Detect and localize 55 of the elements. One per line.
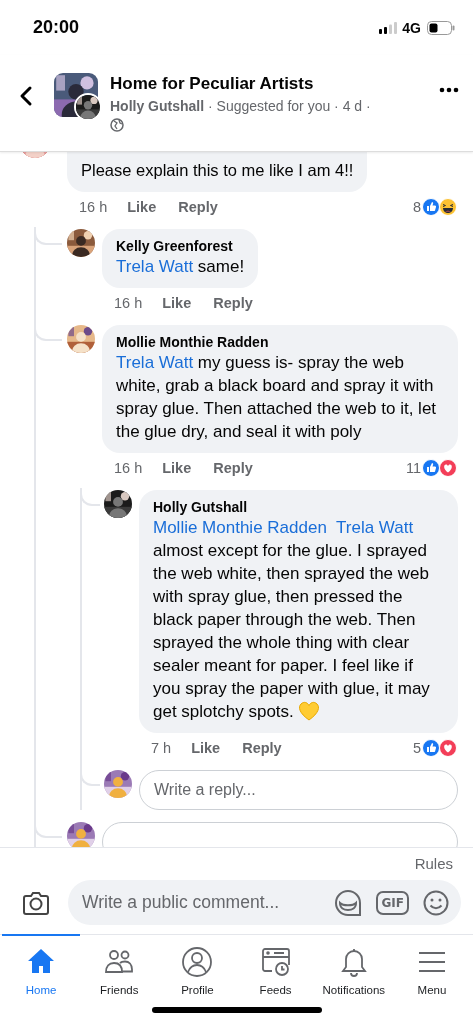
mention-link[interactable]: Mollie Monthie Radden [153, 518, 327, 537]
tab[interactable]: Feeds [236, 933, 315, 996]
like-reaction-icon [421, 738, 441, 758]
like-reaction-icon [421, 458, 441, 478]
sticker-icon[interactable] [334, 888, 363, 917]
reaction-count[interactable]: 8 [412, 199, 421, 215]
love-reaction-icon [438, 738, 458, 758]
reply-button[interactable]: Reply [213, 460, 253, 476]
tab[interactable]: Notifications [314, 933, 393, 996]
battery-icon [427, 20, 455, 35]
globe-icon [110, 118, 124, 132]
group-name[interactable]: Home for Peculiar Artists [110, 74, 439, 94]
profile-icon [181, 946, 214, 978]
love-reaction-icon [438, 458, 458, 478]
comment-field[interactable]: Write a public comment... GIF [68, 880, 461, 925]
haha-reaction-icon [438, 197, 458, 217]
comment-text: Trela Watt my guess is- spray the web white, grab a black board and spray it with spray glue. Then attached the web to it, let the glue dry, and seal it with poly [116, 352, 438, 443]
comment-text: Please explain this to me like I am 4!! [81, 160, 354, 181]
camera-icon[interactable] [22, 889, 50, 916]
reply-button[interactable]: Reply [213, 295, 253, 311]
comment-author[interactable]: Holly Gutshall [153, 499, 444, 515]
like-button[interactable]: Like [162, 295, 192, 311]
mention-link[interactable]: Trela Watt [116, 257, 194, 276]
emoji-icon[interactable] [423, 889, 449, 916]
like-button[interactable]: Like [191, 740, 221, 756]
network-type: 4G [402, 19, 421, 36]
comment-time: 16 h [114, 295, 143, 311]
tab[interactable]: Menu [392, 933, 472, 996]
comment-time: 16 h [79, 199, 108, 215]
comment-time: 16 h [114, 460, 143, 476]
comment-author[interactable]: Kelly Greenforest [116, 238, 245, 254]
comment-text: Mollie Monthie Radden Trela Watt almost except for the glue. I sprayed the web white, then sprayed the web with spray glue, then pressed the black paper through the web. Then sprayed the whole thing with clear sealer meant for paper. I feel like if you spray the paper with glue, it may get splotchy spots. [153, 517, 431, 723]
back-icon[interactable] [18, 85, 34, 107]
mention-link[interactable]: Trela Watt [116, 353, 194, 372]
tab[interactable]: Friends [80, 933, 159, 996]
comment-time: 7 h [151, 740, 172, 756]
comment-text: Trela Watt same! [116, 256, 245, 278]
like-button[interactable]: Like [162, 460, 192, 476]
status-time: 20:00 [33, 17, 81, 38]
like-button[interactable]: Like [127, 199, 157, 215]
gif-button[interactable]: GIF [376, 890, 409, 915]
tab[interactable]: Profile [158, 933, 237, 996]
mention-link[interactable]: Trela Watt [336, 518, 414, 537]
post-meta: Holly Gutshall · Suggested for you · 4 d · [110, 98, 372, 114]
tab[interactable]: Home [2, 933, 81, 996]
feeds-icon [259, 946, 292, 978]
rules-link[interactable]: Rules [414, 855, 453, 872]
reaction-count[interactable]: 5 [412, 740, 421, 756]
more-icon[interactable] [439, 87, 459, 93]
comment-author[interactable]: Mollie Monthie Radden [116, 334, 444, 350]
reaction-count[interactable]: 11 [405, 460, 421, 476]
like-reaction-icon [421, 197, 441, 217]
reply-button[interactable]: Reply [242, 740, 282, 756]
reply-button[interactable]: Reply [178, 199, 218, 215]
signal-icon [379, 21, 398, 34]
